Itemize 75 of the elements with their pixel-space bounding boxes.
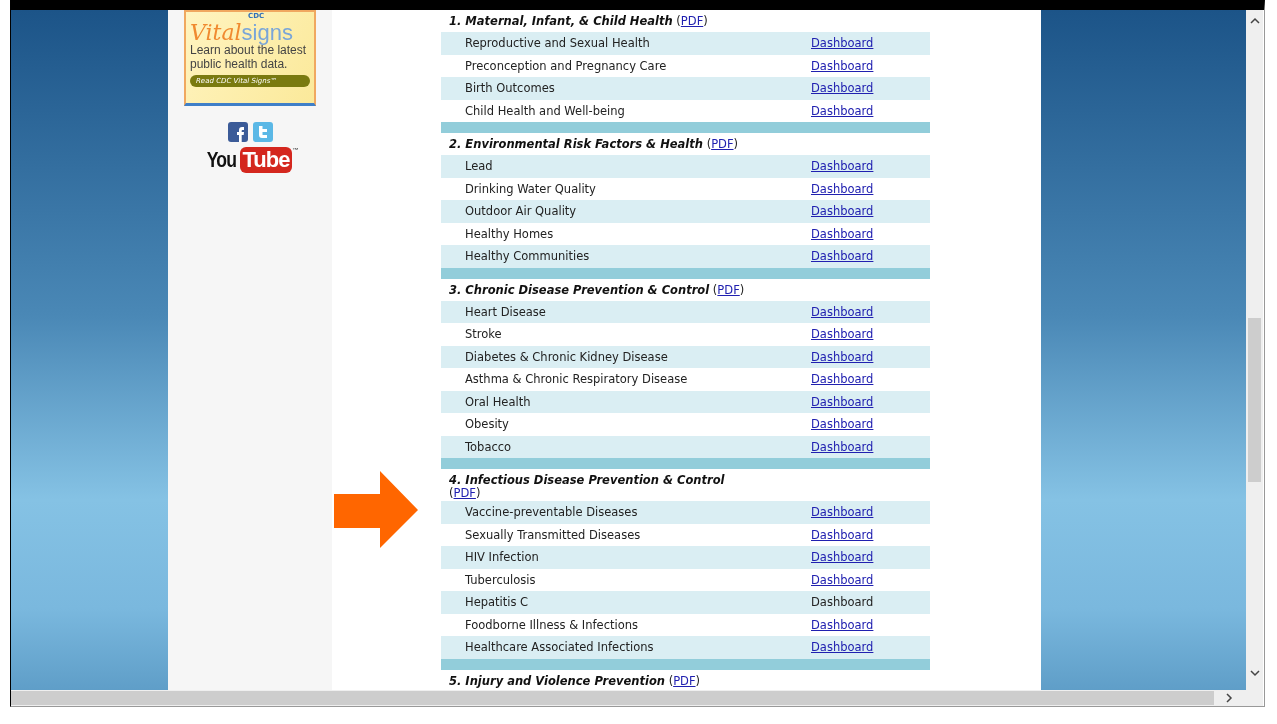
parenthesis-text: ( <box>668 673 674 688</box>
pdf-link[interactable]: PDF <box>711 137 734 151</box>
topic-text: Stroke <box>465 327 503 342</box>
scroll-up-icon[interactable] <box>1249 16 1260 26</box>
dashboard-link[interactable]: Dashboard <box>811 550 874 565</box>
pdf-link[interactable]: PDF <box>453 486 476 500</box>
scroll-right-icon[interactable] <box>1224 693 1234 703</box>
dashboard-link[interactable]: Dashboard <box>811 327 874 342</box>
topic-text: Healthy Homes <box>465 226 555 241</box>
topic-text: Preconception and Pregnancy Care <box>465 58 668 73</box>
topic-text: HIV Infection <box>465 550 540 565</box>
dashboard-link[interactable]: Dashboard <box>811 58 874 73</box>
topic-text: Oral Health <box>465 394 532 409</box>
dashboard-link[interactable]: Dashboard <box>811 81 874 96</box>
parenthesis-text: ) <box>703 14 708 28</box>
dashboard-link[interactable]: Dashboard <box>811 349 874 364</box>
dashboard-link[interactable]: Dashboard <box>811 439 874 454</box>
parenthesis-text: ( <box>676 14 681 28</box>
section-heading: 3. Chronic Disease Prevention & Control <box>449 282 710 297</box>
topic-text: Heart Disease <box>465 304 547 319</box>
pdf-link[interactable]: PDF <box>673 673 696 688</box>
section-heading: 4. Infectious Disease Prevention & Control <box>449 473 725 487</box>
facebook-icon[interactable] <box>227 122 248 142</box>
topic-text: Healthcare Associated Infections <box>465 640 655 655</box>
pdf-link[interactable]: PDF <box>717 282 740 297</box>
arrow-icon <box>334 471 418 548</box>
dashboard-text: Dashboard <box>811 595 874 610</box>
topic-text: Asthma & Chronic Respiratory Disease <box>465 372 689 387</box>
scrollbar-thumb[interactable] <box>1248 318 1261 482</box>
topic-text: Birth Outcomes <box>465 81 556 96</box>
topic-text: Obesity <box>465 417 510 432</box>
topic-text: Reproductive and Sexual Health <box>465 36 651 51</box>
section-heading: 2. Environmental Risk Factors & Health <box>449 137 703 151</box>
parenthesis-text: ( <box>712 282 718 297</box>
topic-text: Drinking Water Quality <box>465 181 597 196</box>
topic-text: Tobacco <box>465 439 513 454</box>
dashboard-link[interactable]: Dashboard <box>811 204 874 219</box>
parenthesis-text: ) <box>733 137 739 151</box>
parenthesis-text: ) <box>739 282 745 297</box>
topic-text: Lead <box>465 159 494 174</box>
topic-text: Hepatitis C <box>465 595 530 610</box>
parenthesis-text: ( <box>706 137 712 151</box>
vertical-scrollbar[interactable] <box>1246 10 1263 706</box>
dashboard-link[interactable]: Dashboard <box>811 103 874 118</box>
dashboard-link[interactable]: Dashboard <box>811 640 874 655</box>
topic-text: Tuberculosis <box>465 572 537 587</box>
topic-text: Child Health and Well-being <box>465 103 626 118</box>
dashboard-link[interactable]: Dashboard <box>811 249 874 264</box>
topic-text: Vaccine-preventable Diseases <box>465 505 639 520</box>
dashboard-link[interactable]: Dashboard <box>811 226 874 241</box>
dashboard-link[interactable]: Dashboard <box>811 505 874 520</box>
dashboard-link[interactable]: Dashboard <box>811 304 874 319</box>
dashboard-link[interactable]: Dashboard <box>811 417 874 432</box>
parenthesis-text: ( <box>449 486 454 500</box>
banner-logo-text: Vital <box>190 21 242 45</box>
section-heading: 5. Injury and Violence Prevention <box>449 673 665 688</box>
parenthesis-text: ) <box>475 486 481 500</box>
dashboard-link[interactable]: Dashboard <box>811 36 874 51</box>
dashboard-link[interactable]: Dashboard <box>811 527 874 542</box>
pdf-link[interactable]: PDF <box>680 14 704 28</box>
dashboard-link[interactable]: Dashboard <box>811 159 874 174</box>
topic-text: Outdoor Air Quality <box>465 204 578 219</box>
dashboard-link[interactable]: Dashboard <box>811 394 874 409</box>
dashboard-link[interactable]: Dashboard <box>811 372 874 387</box>
dashboard-link[interactable]: Dashboard <box>811 617 874 632</box>
banner-logo-text: signs <box>241 21 293 45</box>
scroll-down-icon[interactable] <box>1249 668 1260 678</box>
section-heading: 1. Maternal, Infant, & Child Health <box>449 14 673 28</box>
dashboard-link[interactable]: Dashboard <box>811 572 874 587</box>
parenthesis-text: ) <box>695 673 701 688</box>
topic-text: Healthy Communities <box>465 249 591 264</box>
topic-text: Diabetes & Chronic Kidney Disease <box>465 349 669 364</box>
dashboard-link[interactable]: Dashboard <box>811 181 874 196</box>
topic-text: Sexually Transmitted Diseases <box>465 527 642 542</box>
topic-text: Foodborne Illness & Infections <box>465 617 639 632</box>
